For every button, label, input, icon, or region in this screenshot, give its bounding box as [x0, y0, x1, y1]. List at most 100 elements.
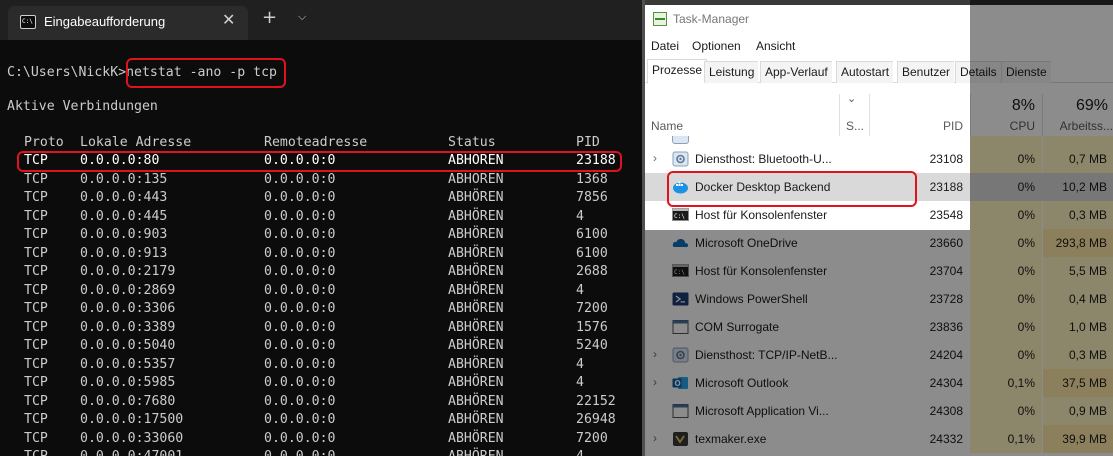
netstat-cell-remote: 0.0.0.0:0 [264, 356, 336, 372]
netstat-cell-proto: TCP [24, 227, 48, 242]
netstat-cell-local: 0.0.0.0:2179 [80, 264, 176, 279]
netstat-cell-proto: TCP [24, 190, 48, 205]
netstat-cell-local: 0.0.0.0:33060 [80, 430, 184, 446]
column-name[interactable]: Name [651, 119, 683, 133]
prompt: C:\Users\NickK> [7, 65, 127, 80]
netstat-cell-pid: 7856 [576, 190, 608, 205]
netstat-cell-status: ABHÖREN [448, 448, 504, 456]
tab-benutzer[interactable]: Benutzer [897, 61, 955, 83]
netstat-cell-remote: 0.0.0.0:0 [264, 393, 336, 409]
column-pid[interactable]: PID [943, 119, 963, 133]
netstat-cell-local: 0.0.0.0:47001 [80, 448, 183, 456]
process-highlight-box [667, 171, 917, 207]
netstat-cell-proto: TCP [24, 393, 48, 409]
netstat-cell-pid: 4 [576, 282, 584, 298]
netstat-cell-pid: 7200 [576, 430, 608, 446]
process-pid: 23108 [929, 152, 963, 166]
netstat-cell-status: ABHÖREN [448, 319, 504, 335]
netstat-cell-remote: 0.0.0.0:0 [264, 264, 336, 279]
close-icon[interactable]: ✕ [222, 10, 235, 29]
netstat-cell-proto: TCP [24, 412, 48, 427]
menu-ansicht[interactable]: Ansicht [756, 39, 795, 53]
process-pid: 23548 [929, 208, 963, 222]
netstat-cell-remote: 0.0.0.0:0 [264, 245, 336, 261]
netstat-cell-proto: TCP [24, 430, 48, 446]
netstat-cell-remote: 0.0.0.0:0 [264, 208, 336, 224]
netstat-cell-status: ABHÖREN [448, 430, 504, 446]
netstat-cell-remote: 0.0.0.0:0 [264, 319, 336, 335]
netstat-cell-status: ABHÖREN [448, 227, 504, 242]
netstat-cell-proto: TCP [24, 208, 48, 224]
column-status[interactable]: S... [846, 119, 864, 133]
netstat-cell-remote: 0.0.0.0:0 [264, 338, 336, 353]
new-tab-button[interactable]: + [262, 9, 277, 27]
netstat-cell-pid: 2688 [576, 264, 608, 279]
netstat-cell-local: 0.0.0.0:2869 [80, 282, 176, 298]
terminal-output[interactable]: C:\Users\NickK>netstat -ano -p tcp Aktiv… [0, 40, 642, 456]
netstat-cell-local: 0.0.0.0:3306 [80, 301, 176, 316]
netstat-cell-pid: 4 [576, 356, 584, 372]
netstat-cell-local: 0.0.0.0:5357 [80, 356, 176, 372]
netstat-cell-status: ABHÖREN [448, 245, 504, 261]
netstat-cell-status: ABHÖREN [448, 301, 504, 316]
netstat-cell-status: ABHÖREN [448, 171, 504, 187]
terminal-tab-title: Eingabeaufforderung [44, 14, 166, 29]
netstat-cell-status: ABHÖREN [448, 338, 504, 353]
netstat-cell-remote: 0.0.0.0:0 [264, 171, 336, 187]
process-name: Host für Konsolenfenster [695, 208, 828, 222]
netstat-cell-proto: TCP [24, 338, 48, 353]
netstat-cell-status: ABHÖREN [448, 356, 504, 372]
chevron-down-icon[interactable]: ⌄ [847, 92, 856, 105]
netstat-cell-local: 0.0.0.0:443 [80, 190, 168, 205]
section-title: Aktive Verbindungen [7, 99, 158, 114]
netstat-cell-remote: 0.0.0.0:0 [264, 301, 336, 316]
row-highlight-box [17, 151, 622, 172]
netstat-cell-proto: TCP [24, 264, 48, 279]
netstat-cell-remote: 0.0.0.0:0 [264, 190, 336, 205]
terminal-tab[interactable]: C:\ Eingabeaufforderung ✕ [8, 6, 248, 40]
tab-prozesse[interactable]: Prozesse [647, 59, 708, 84]
command-highlight-box [126, 58, 286, 88]
column-divider [869, 94, 870, 136]
header-pid: PID [576, 135, 600, 150]
netstat-cell-pid: 6100 [576, 227, 608, 242]
chevron-down-icon[interactable]: ⌵ [298, 10, 306, 24]
netstat-cell-local: 0.0.0.0:903 [80, 227, 168, 242]
tab-autostart[interactable]: Autostart [836, 61, 894, 83]
tab-app-verlauf[interactable]: App-Verlauf [760, 61, 832, 83]
netstat-cell-pid: 22152 [576, 393, 616, 409]
menu-optionen[interactable]: Optionen [692, 39, 741, 53]
netstat-cell-status: ABHÖREN [448, 264, 504, 279]
task-manager-icon [653, 12, 667, 26]
netstat-cell-proto: TCP [24, 301, 48, 316]
netstat-cell-pid: 26948 [576, 412, 616, 427]
netstat-cell-status: ABHÖREN [448, 412, 504, 427]
netstat-cell-proto: TCP [24, 282, 48, 298]
header-remote-address: Remoteadresse [264, 135, 368, 150]
netstat-cell-pid: 1368 [576, 171, 608, 187]
gear-icon [672, 151, 689, 167]
netstat-cell-remote: 0.0.0.0:0 [264, 430, 336, 446]
terminal-window: C:\ Eingabeaufforderung ✕ + ⌵ C:\Users\N… [0, 0, 642, 456]
netstat-cell-pid: 4 [576, 208, 584, 224]
column-divider [839, 94, 840, 136]
tab-leistung[interactable]: Leistung [704, 61, 759, 83]
header-proto: Proto [24, 135, 64, 150]
netstat-cell-proto: TCP [24, 245, 48, 261]
window-title: Task-Manager [673, 12, 750, 26]
netstat-cell-pid: 4 [576, 448, 584, 456]
netstat-cell-proto: TCP [24, 171, 48, 187]
menu-datei[interactable]: Datei [651, 39, 679, 53]
chevron-right-icon[interactable]: › [653, 151, 657, 165]
netstat-cell-pid: 6100 [576, 245, 608, 261]
console-icon: C:\ [20, 15, 36, 29]
netstat-cell-pid: 4 [576, 375, 584, 390]
netstat-cell-pid: 1576 [576, 319, 608, 335]
netstat-cell-remote: 0.0.0.0:0 [264, 412, 336, 427]
netstat-cell-local: 0.0.0.0:135 [80, 171, 168, 187]
netstat-cell-proto: TCP [24, 375, 48, 390]
netstat-cell-local: 0.0.0.0:3389 [80, 319, 176, 335]
svg-text:C:\: C:\ [674, 213, 685, 220]
netstat-cell-status: ABHÖREN [448, 393, 504, 409]
netstat-cell-local: 0.0.0.0:5040 [80, 338, 176, 353]
